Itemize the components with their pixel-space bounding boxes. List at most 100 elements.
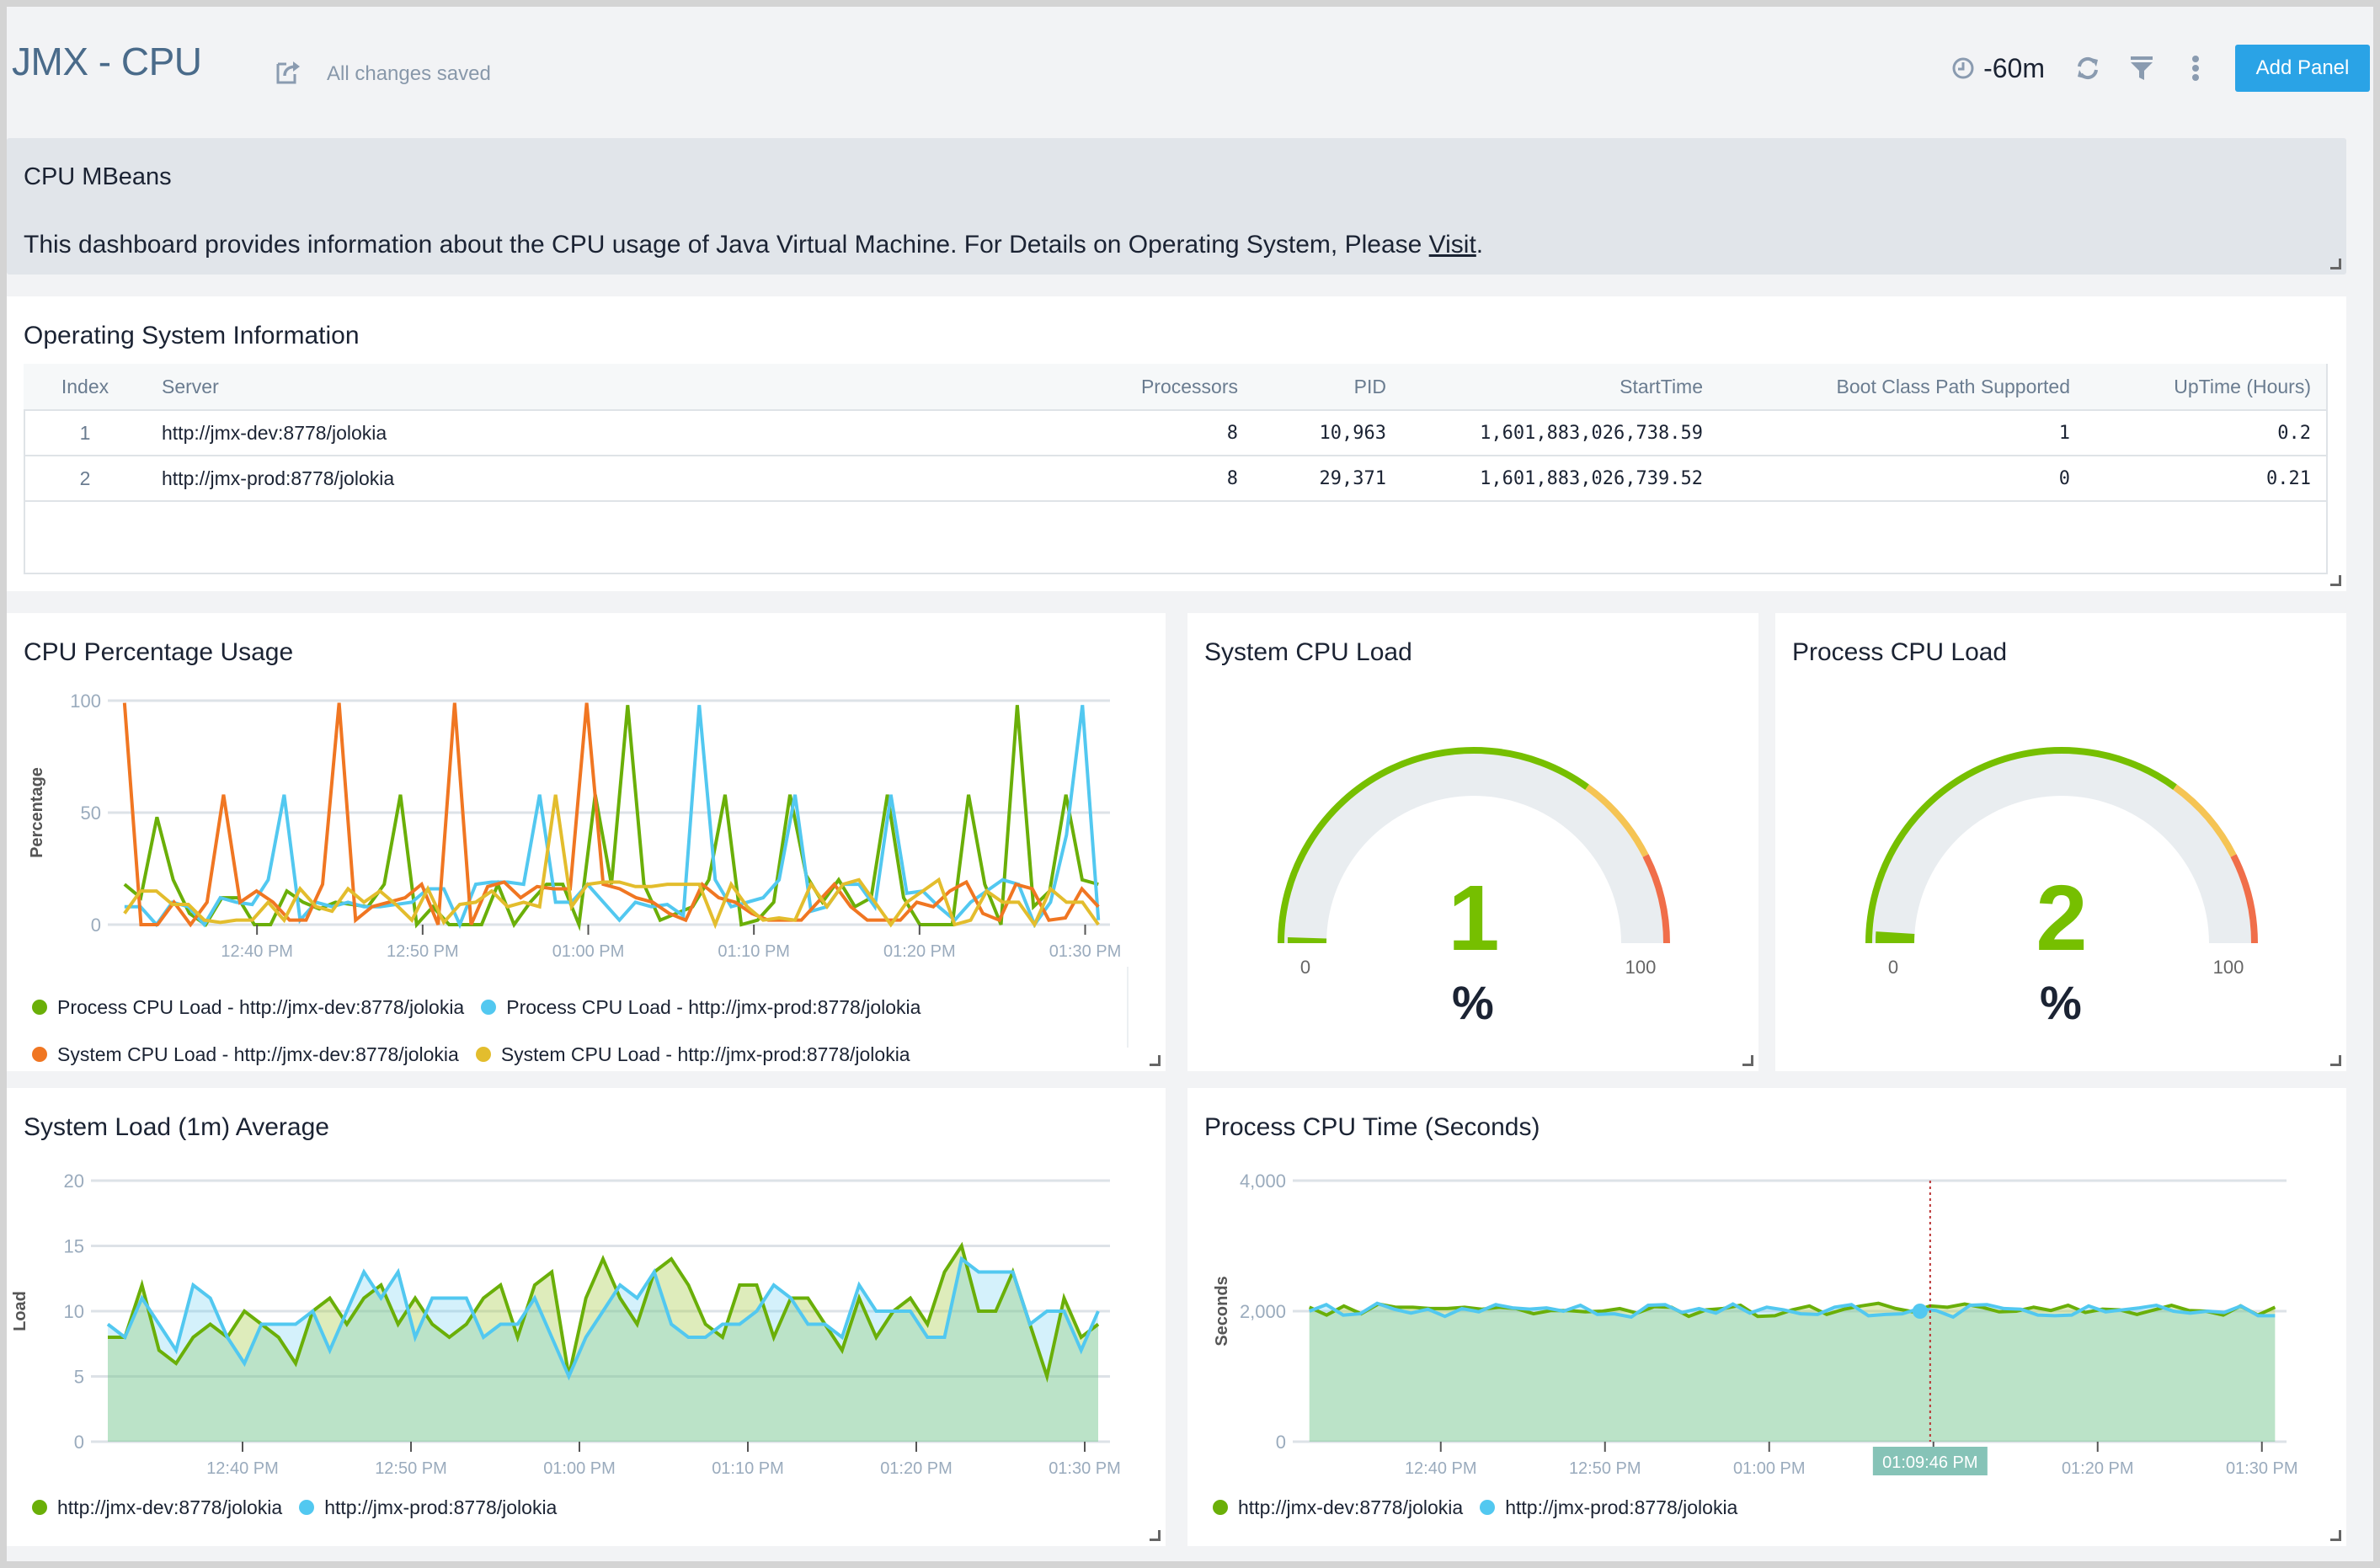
- filter-icon[interactable]: [2127, 54, 2156, 83]
- legend-item[interactable]: http://jmx-dev:8778/jolokia: [32, 1496, 282, 1519]
- system-load-chart[interactable]: 0 5 10 15 20 Load 12:40 PM 12:50 PM 01:00 PM 01:1…: [7, 1155, 1166, 1475]
- panel-title: Process CPU Time (Seconds): [1204, 1113, 1540, 1141]
- legend-label: Process CPU Load - http://jmx-dev:8778/j…: [57, 995, 465, 1018]
- y-tick-label: 0: [74, 1432, 84, 1453]
- legend-swatch-orange: [32, 1047, 47, 1062]
- panel-title: Operating System Information: [24, 322, 360, 349]
- resize-handle[interactable]: [2330, 259, 2341, 269]
- resize-handle[interactable]: [2330, 1530, 2341, 1541]
- gauge-unit: %: [2040, 976, 2082, 1029]
- more-vertical-icon[interactable]: [2181, 54, 2210, 83]
- table-row[interactable]: 1 http://jmx-dev:8778/jolokia 8 10,963 1…: [24, 410, 2326, 456]
- x-tick-label: 12:40 PM: [206, 1459, 279, 1475]
- col-uptime[interactable]: UpTime (Hours): [2085, 364, 2326, 411]
- legend-label: http://jmx-dev:8778/jolokia: [57, 1496, 283, 1518]
- col-index[interactable]: Index: [24, 364, 147, 411]
- resize-handle[interactable]: [1742, 1055, 1753, 1066]
- add-panel-button[interactable]: Add Panel: [2235, 45, 2370, 92]
- x-tick-label: 01:20 PM: [2062, 1459, 2134, 1475]
- col-processors[interactable]: Processors: [1088, 364, 1253, 411]
- cell-processors: 8: [1088, 456, 1253, 502]
- x-tick-label: 01:30 PM: [1049, 1459, 1121, 1475]
- legend-item[interactable]: Process CPU Load - http://jmx-prod:8778/…: [481, 996, 921, 1019]
- legend-swatch-green: [32, 1500, 47, 1515]
- panel-cpu-percentage: CPU Percentage Usage 0 50 100 Percentage 12:…: [7, 613, 1166, 1071]
- x-tick-label: 12:50 PM: [375, 1459, 447, 1475]
- x-tick-label: 12:50 PM: [387, 942, 459, 961]
- cell-server: http://jmx-dev:8778/jolokia: [147, 410, 1088, 456]
- gauge-max-label: 100: [1625, 957, 1657, 978]
- panel-os-info: Operating System Information Index Serve…: [7, 296, 2346, 591]
- legend-label: System CPU Load - http://jmx-prod:8778/j…: [500, 1043, 910, 1065]
- legend-swatch-blue: [481, 1000, 497, 1015]
- save-status: All changes saved: [327, 62, 491, 85]
- cell-starttime: 1,601,883,026,739.52: [1401, 456, 1718, 502]
- cell-boot-class-path: 1: [1718, 410, 2085, 456]
- legend-item[interactable]: Process CPU Load - http://jmx-dev:8778/j…: [32, 996, 464, 1019]
- gauge-value: 1: [1448, 867, 1499, 970]
- refresh-icon[interactable]: [2073, 54, 2102, 83]
- x-tick-label: 01:00 PM: [543, 1459, 616, 1475]
- x-tick-label: 01:10 PM: [718, 942, 790, 961]
- series-area: [1309, 1303, 2276, 1442]
- y-tick-label: 2,000: [1240, 1301, 1286, 1322]
- gauge-value: 2: [2036, 867, 2087, 970]
- x-tick-label: 01:30 PM: [1049, 942, 1122, 961]
- dashboard: JMX - CPU All changes saved -60m Add Pan…: [7, 7, 2373, 1561]
- y-tick-label: 0: [1276, 1432, 1286, 1453]
- legend-item[interactable]: System CPU Load - http://jmx-dev:8778/jo…: [32, 1043, 459, 1066]
- x-tick-label: 12:40 PM: [1405, 1459, 1477, 1475]
- cell-boot-class-path: 0: [1718, 456, 2085, 502]
- y-tick-label: 0: [91, 915, 101, 936]
- share-icon[interactable]: [275, 57, 302, 86]
- gauge-min-label: 0: [1300, 957, 1310, 978]
- resize-handle[interactable]: [1150, 1055, 1161, 1066]
- time-range-picker[interactable]: -60m: [1951, 53, 2045, 84]
- text-panel-cpu-mbeans: CPU MBeans This dashboard provides infor…: [7, 138, 2346, 275]
- legend-item[interactable]: http://jmx-prod:8778/jolokia: [1480, 1496, 1737, 1519]
- x-tick-label: 12:40 PM: [221, 942, 293, 961]
- header-toolbar: -60m Add Panel: [1951, 44, 2373, 93]
- legend-label: System CPU Load - http://jmx-dev:8778/jo…: [57, 1043, 459, 1065]
- y-tick-label: 10: [64, 1301, 84, 1322]
- clock-icon: [1952, 57, 1974, 79]
- y-axis-label: Seconds: [1213, 1276, 1231, 1346]
- x-tick-label: 12:50 PM: [1569, 1459, 1641, 1475]
- text-panel-body: This dashboard provides information abou…: [24, 231, 1483, 259]
- legend-item[interactable]: System CPU Load - http://jmx-prod:8778/j…: [475, 1043, 910, 1066]
- cell-starttime: 1,601,883,026,738.59: [1401, 410, 1718, 456]
- col-boot-class-path[interactable]: Boot Class Path Supported: [1718, 364, 2085, 411]
- resize-handle[interactable]: [2330, 575, 2341, 586]
- cpu-percentage-chart[interactable]: 0 50 100 Percentage 12:40 PM 12:50 PM 01:00 PM…: [7, 680, 1166, 984]
- legend-item[interactable]: http://jmx-dev:8778/jolokia: [1213, 1496, 1463, 1519]
- resize-handle[interactable]: [2330, 1055, 2341, 1066]
- col-server[interactable]: Server: [147, 364, 1088, 411]
- legend-item[interactable]: http://jmx-prod:8778/jolokia: [299, 1496, 557, 1519]
- dashboard-title[interactable]: JMX - CPU: [12, 39, 202, 84]
- y-tick-label: 100: [70, 691, 101, 712]
- y-tick-label: 20: [64, 1171, 84, 1192]
- legend-scrollbar[interactable]: [1127, 967, 1152, 1048]
- chart-legend: Process CPU Load - http://jmx-dev:8778/j…: [32, 984, 937, 1078]
- resize-handle[interactable]: [1150, 1530, 1161, 1541]
- y-tick-label: 50: [81, 803, 101, 824]
- gauge-unit: %: [1452, 976, 1494, 1029]
- legend-swatch-green: [1213, 1500, 1228, 1515]
- panel-process-cpu-time: Process CPU Time (Seconds) 0 2,000 4,000 Se…: [1187, 1088, 2346, 1546]
- legend-swatch-yellow: [475, 1047, 491, 1062]
- visit-link[interactable]: Visit: [1429, 231, 1476, 259]
- legend-label: Process CPU Load - http://jmx-prod:8778/…: [506, 995, 921, 1018]
- x-tick-label: 01:20 PM: [883, 942, 956, 961]
- gauge-min-label: 0: [1888, 957, 1898, 978]
- crosshair-label: 01:09:46 PM: [1882, 1453, 1977, 1472]
- col-pid[interactable]: PID: [1253, 364, 1401, 411]
- panel-title: CPU Percentage Usage: [24, 638, 294, 666]
- table-row[interactable]: 2 http://jmx-prod:8778/jolokia 8 29,371 …: [24, 456, 2326, 502]
- col-starttime[interactable]: StartTime: [1401, 364, 1718, 411]
- legend-label: http://jmx-prod:8778/jolokia: [1505, 1496, 1738, 1518]
- process-cpu-time-chart[interactable]: 0 2,000 4,000 Seconds 12:40 PM 12:50 PM 01:00 …: [1187, 1155, 2346, 1475]
- panel-process-cpu-load: Process CPU Load 2 0 100 %: [1775, 613, 2346, 1071]
- legend-swatch-blue: [299, 1500, 315, 1515]
- x-tick-label: 01:00 PM: [552, 942, 625, 961]
- dashboard-header: JMX - CPU All changes saved -60m Add Pan…: [7, 7, 2373, 133]
